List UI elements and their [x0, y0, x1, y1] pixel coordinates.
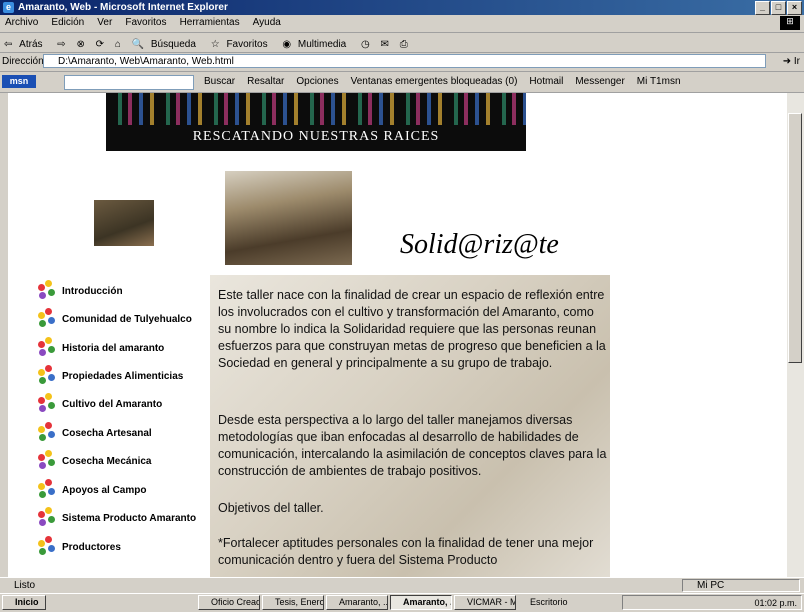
- menu-link-cosecha-artesanal[interactable]: Cosecha Artesanal: [36, 421, 152, 445]
- task-amaranto-folder[interactable]: Amaranto, ...: [326, 595, 388, 610]
- title-bar[interactable]: e Amaranto, Web - Microsoft Internet Exp…: [0, 0, 804, 15]
- banner-decoration: [106, 93, 526, 125]
- task-oficio[interactable]: Oficio Cread...: [198, 595, 260, 610]
- system-tray: 01:02 p.m.: [622, 595, 802, 610]
- msn-mi-t1msn-button[interactable]: Mi T1msn: [637, 76, 681, 87]
- status-bar: Listo Mi PC: [0, 577, 804, 594]
- flower-icon: [36, 365, 60, 387]
- vertical-scrollbar[interactable]: [787, 93, 804, 577]
- menu-edicion[interactable]: Edición: [46, 15, 89, 30]
- flower-icon: [36, 479, 60, 501]
- banner-image: RESCATANDO NUESTRAS RAICES: [106, 93, 526, 151]
- history-icon[interactable]: ◷: [357, 36, 374, 53]
- menu-link-tulyehualco[interactable]: Comunidad de Tulyehualco: [36, 307, 192, 331]
- windows-logo-icon: ⊞: [780, 16, 800, 30]
- menu-link-sistema-producto[interactable]: Sistema Producto Amaranto: [36, 506, 196, 530]
- task-tesis[interactable]: Tesis, Enero...: [262, 595, 324, 610]
- maximize-button[interactable]: □: [771, 1, 786, 15]
- menu-link-historia[interactable]: Historia del amaranto: [36, 336, 164, 360]
- msn-logo[interactable]: msn: [2, 75, 36, 88]
- clock[interactable]: 01:02 p.m.: [754, 598, 797, 608]
- menu-link-cultivo[interactable]: Cultivo del Amaranto: [36, 392, 162, 416]
- stop-icon[interactable]: ⊗: [72, 36, 88, 53]
- home-icon[interactable]: ⌂: [111, 36, 125, 53]
- msn-search-input[interactable]: [64, 75, 194, 90]
- banner-text: RESCATANDO NUESTRAS RAICES: [192, 129, 440, 144]
- group-photo-large: [225, 171, 352, 265]
- msn-hotmail-button[interactable]: Hotmail: [529, 76, 563, 87]
- menu-link-introduccion[interactable]: Introducción: [36, 279, 123, 303]
- group-photo-small: [94, 200, 154, 246]
- flower-icon: [36, 308, 60, 330]
- refresh-icon[interactable]: ⟳: [92, 36, 108, 53]
- menu-link-propiedades[interactable]: Propiedades Alimenticias: [36, 364, 183, 388]
- close-button[interactable]: ×: [787, 1, 802, 15]
- menu-bar: Archivo Edición Ver Favoritos Herramient…: [0, 15, 804, 33]
- desktop-toolbar-label[interactable]: Escritorio: [530, 597, 568, 607]
- standard-toolbar: ⇦ Atrás ⇨ ⊗ ⟳ ⌂ 🔍 Búsqueda ☆ Favoritos ◉…: [0, 33, 804, 53]
- menu-herramientas[interactable]: Herramientas: [175, 15, 245, 30]
- flower-icon: [36, 536, 60, 558]
- msn-messenger-button[interactable]: Messenger: [575, 76, 624, 87]
- flower-icon: [36, 507, 60, 529]
- paragraph-intro: Este taller nace con la finalidad de cre…: [218, 288, 606, 370]
- menu-link-apoyos[interactable]: Apoyos al Campo: [36, 478, 146, 502]
- flower-icon: [36, 280, 60, 302]
- flower-icon: [36, 393, 60, 415]
- flower-icon: [36, 337, 60, 359]
- minimize-button[interactable]: _: [755, 1, 770, 15]
- window-title: Amaranto, Web - Microsoft Internet Explo…: [18, 2, 228, 13]
- ie-icon: e: [3, 2, 14, 13]
- msn-resaltar-button[interactable]: Resaltar: [247, 76, 284, 87]
- msn-popups-button[interactable]: Ventanas emergentes bloqueadas (0): [351, 76, 518, 87]
- security-zone: Mi PC: [682, 579, 800, 592]
- address-input[interactable]: D:\Amaranto, Web\Amaranto, Web.html: [43, 54, 766, 68]
- address-bar: Dirección D:\Amaranto, Web\Amaranto, Web…: [0, 53, 804, 72]
- print-icon[interactable]: ⎙: [396, 36, 412, 53]
- msn-opciones-button[interactable]: Opciones: [296, 76, 338, 87]
- forward-button[interactable]: ⇨: [53, 36, 69, 53]
- scrollbar-thumb[interactable]: [788, 113, 802, 363]
- address-label: Dirección: [2, 56, 44, 67]
- taskbar: Inicio Oficio Cread... Tesis, Enero... A…: [0, 593, 804, 612]
- status-text: Listo: [14, 580, 36, 591]
- flower-icon: [36, 422, 60, 444]
- page-content: RESCATANDO NUESTRAS RAICES Solid@riz@te …: [8, 93, 787, 577]
- paragraph-methodology: Desde esta perspectiva a lo largo del ta…: [218, 413, 607, 478]
- menu-favoritos[interactable]: Favoritos: [120, 15, 171, 30]
- menu-ver[interactable]: Ver: [92, 15, 117, 30]
- flower-icon: [36, 450, 60, 472]
- task-amaranto-ie[interactable]: Amaranto, ...: [390, 595, 452, 610]
- body-text-panel: Este taller nace con la finalidad de cre…: [210, 275, 610, 577]
- task-vicmar[interactable]: VICMAR - Mi...: [454, 595, 516, 610]
- menu-archivo[interactable]: Archivo: [0, 15, 43, 30]
- menu-ayuda[interactable]: Ayuda: [248, 15, 286, 30]
- start-button[interactable]: Inicio: [2, 595, 46, 610]
- paragraph-objective-1: *Fortalecer aptitudes personales con la …: [218, 536, 594, 567]
- menu-link-cosecha-mecanica[interactable]: Cosecha Mecánica: [36, 449, 152, 473]
- paragraph-objectives-title: Objetivos del taller.: [218, 501, 324, 515]
- msn-buscar-button[interactable]: Buscar: [204, 76, 235, 87]
- page-heading: Solid@riz@te: [400, 229, 559, 260]
- menu-link-productores[interactable]: Productores: [36, 535, 121, 559]
- go-button[interactable]: ➜ Ir: [783, 56, 800, 67]
- msn-toolbar: msn Buscar Resaltar Opciones Ventanas em…: [0, 72, 804, 93]
- mail-icon[interactable]: ✉: [377, 36, 393, 53]
